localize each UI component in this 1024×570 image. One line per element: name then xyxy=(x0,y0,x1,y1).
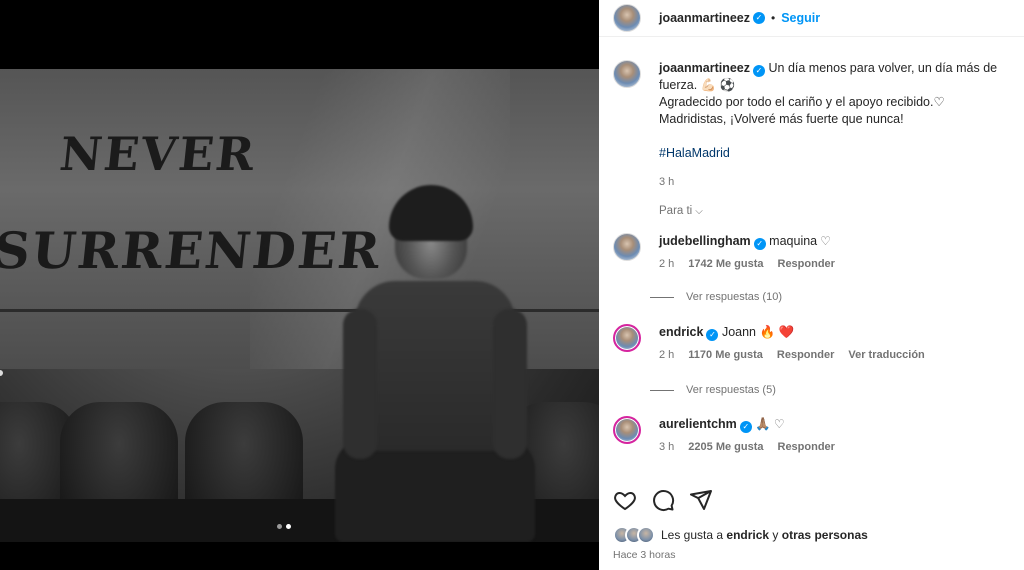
like-button[interactable] xyxy=(613,488,637,515)
comment-reply-button[interactable]: Responder xyxy=(778,441,835,453)
header-separator: • xyxy=(771,11,776,25)
carousel-dot-active[interactable] xyxy=(286,524,291,529)
likes-prefix: Les gusta a xyxy=(661,528,724,542)
player-figure xyxy=(335,185,535,542)
post-photo[interactable]: NEVER SURRENDER xyxy=(0,69,599,542)
likes-others[interactable]: otras personas xyxy=(782,528,868,542)
liker-avatar xyxy=(637,526,655,544)
caption-avatar[interactable] xyxy=(613,60,641,88)
chevron-down-icon: ⌵ xyxy=(695,206,703,217)
replies-dash xyxy=(650,389,674,391)
caption-line: Agradecido por todo el cariño y el apoyo… xyxy=(659,95,945,109)
verified-badge-icon: ✓ xyxy=(739,421,752,433)
caption-line: Un día menos para volver, un día más de xyxy=(768,61,998,75)
author-avatar[interactable] xyxy=(613,4,641,32)
post-timestamp[interactable]: Hace 3 horas xyxy=(613,549,675,561)
view-replies-button[interactable]: Ver respuestas (5) xyxy=(650,384,776,396)
post-caption: joaanmartineez ✓ Un día menos para volver… xyxy=(613,60,1013,191)
post-action-bar xyxy=(613,488,713,515)
hashtag-link[interactable]: #HalaMadrid xyxy=(659,145,999,162)
verified-badge-icon: ✓ xyxy=(706,329,719,341)
comment-filter-dropdown[interactable]: Para ti ⌵ xyxy=(659,205,703,217)
heart-icon xyxy=(614,491,636,511)
comment-like-icon[interactable]: ♡ xyxy=(774,417,785,431)
share-button[interactable] xyxy=(689,488,713,515)
comment-body: aurelientchm ✓ 🙏🏽 ♡ 3 h 2205 Me gusta Resp… xyxy=(659,416,835,453)
likes-summary[interactable]: Les gusta a endrick y otras personas xyxy=(613,526,868,544)
verified-badge-icon: ✓ xyxy=(753,238,766,250)
comment-reply-button[interactable]: Responder xyxy=(777,349,834,361)
comment-time[interactable]: 3 h xyxy=(659,441,674,453)
comment-filter-label: Para ti xyxy=(659,205,693,217)
commenter-username[interactable]: aurelientchm xyxy=(659,417,737,431)
carousel-prev-indicator[interactable] xyxy=(0,370,3,376)
follow-button[interactable]: Seguir xyxy=(781,11,820,25)
author-username[interactable]: joaanmartineez xyxy=(659,11,750,25)
caption-line: fuerza. 💪🏻 ⚽ xyxy=(659,78,736,92)
view-replies-button[interactable]: Ver respuestas (10) xyxy=(650,291,782,303)
liker-avatars xyxy=(613,526,655,544)
view-replies-label: Ver respuestas (10) xyxy=(686,291,782,303)
comment-time[interactable]: 2 h xyxy=(659,349,674,361)
commenter-username[interactable]: judebellingham xyxy=(659,234,751,248)
commenter-avatar[interactable] xyxy=(613,324,641,352)
verified-badge-icon: ✓ xyxy=(753,65,766,77)
comment-bubble-icon xyxy=(653,490,675,512)
comment-reply-button[interactable]: Responder xyxy=(778,258,835,270)
comment-body: endrick ✓ Joann 🔥 ❤️ 2 h 1170 Me gusta Re… xyxy=(659,324,925,361)
comment-button[interactable] xyxy=(651,488,675,515)
translate-button[interactable]: Ver traducción xyxy=(848,349,924,361)
post-header: joaanmartineez ✓ • Seguir xyxy=(599,0,1024,37)
instagram-post-modal: NEVER SURRENDER joaanmartineez ✓ • Segui… xyxy=(0,0,1024,570)
comment-likes-count[interactable]: 1742 Me gusta xyxy=(688,258,763,270)
post-side-panel: joaanmartineez ✓ • Seguir joaanmartineez… xyxy=(599,0,1024,570)
caption-time[interactable]: 3 h xyxy=(659,174,999,191)
replies-dash xyxy=(650,296,674,298)
paper-plane-icon xyxy=(690,490,712,510)
comment-text: maquina xyxy=(769,234,818,248)
caption-line: Madridistas, ¡Volveré más fuerte que nun… xyxy=(659,112,904,126)
likes-and: y xyxy=(772,528,779,542)
comment-item: judebellingham ✓ maquina ♡ 2 h 1742 Me gus… xyxy=(613,233,1013,270)
commenter-avatar[interactable] xyxy=(613,416,641,444)
view-replies-label: Ver respuestas (5) xyxy=(686,384,776,396)
carousel-dots xyxy=(277,524,291,529)
player-torso xyxy=(355,281,515,451)
player-arm xyxy=(493,309,527,459)
verified-badge-icon: ✓ xyxy=(753,12,766,24)
player-arm xyxy=(343,309,377,459)
comment-likes-count[interactable]: 1170 Me gusta xyxy=(688,349,763,361)
post-media[interactable]: NEVER SURRENDER xyxy=(0,0,599,570)
carousel-dot[interactable] xyxy=(277,524,282,529)
comment-body: judebellingham ✓ maquina ♡ 2 h 1742 Me gus… xyxy=(659,233,835,270)
commenter-username[interactable]: endrick xyxy=(659,325,703,339)
liker-username[interactable]: endrick xyxy=(726,528,769,542)
player-hair xyxy=(389,185,473,241)
caption-username[interactable]: joaanmartineez xyxy=(659,61,750,75)
comment-item: aurelientchm ✓ 🙏🏽 ♡ 3 h 2205 Me gusta Resp… xyxy=(613,416,1013,453)
commenter-avatar[interactable] xyxy=(613,233,641,261)
comment-like-icon[interactable]: ♡ xyxy=(820,234,831,248)
comment-likes-count[interactable]: 2205 Me gusta xyxy=(688,441,763,453)
comment-text: Joann 🔥 ❤️ xyxy=(721,325,795,339)
comment-item: endrick ✓ Joann 🔥 ❤️ 2 h 1170 Me gusta Re… xyxy=(613,324,1013,361)
graffiti-surrender: SURRENDER xyxy=(0,221,385,280)
graffiti-never: NEVER xyxy=(57,127,259,181)
comment-text: 🙏🏽 xyxy=(755,417,771,431)
caption-text: joaanmartineez ✓ Un día menos para volver… xyxy=(659,60,999,191)
comment-time[interactable]: 2 h xyxy=(659,258,674,270)
